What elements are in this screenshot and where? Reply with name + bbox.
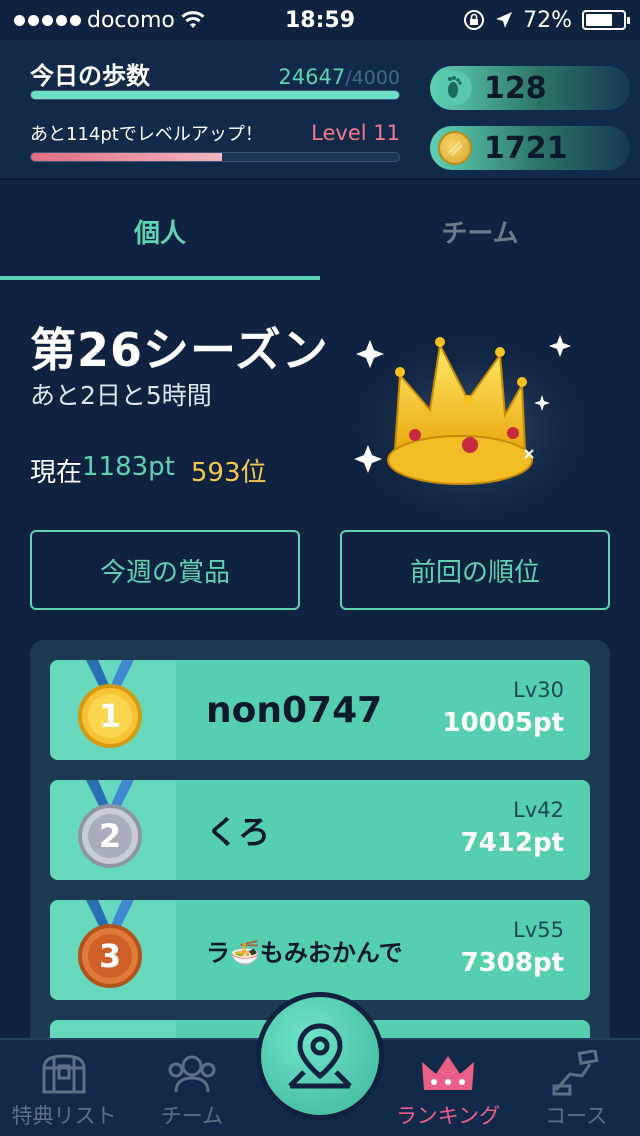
map-pin-icon	[288, 1023, 352, 1089]
carrier-label: docomo	[87, 7, 175, 33]
level-row: あと114ptでレベルアップ！ Level 11	[30, 120, 400, 146]
player-points: 7308pt	[460, 948, 564, 978]
bronze-medal-icon: 3	[78, 900, 142, 988]
prizes-button[interactable]: 今週の賞品	[30, 530, 300, 610]
steps-count: 24647	[278, 65, 346, 89]
player-name: ラ🍜もみおかんで	[206, 938, 403, 967]
coins-counter[interactable]: 1721	[430, 126, 630, 170]
course-icon	[552, 1050, 599, 1096]
player-name: non0747	[206, 689, 383, 731]
footsteps-counter[interactable]: 128	[430, 66, 630, 110]
ranking-row[interactable]: 1 non0747 Lv30 10005pt	[50, 660, 590, 760]
current-label: 現在	[30, 458, 83, 488]
level-up-text: あと114ptでレベルアップ！	[30, 124, 263, 145]
steps-row: 今日の歩数 24647/4000	[30, 56, 400, 91]
crown-icon	[422, 1056, 474, 1090]
location-arrow-icon	[496, 12, 513, 28]
status-left: docomo	[14, 8, 205, 33]
player-level: Lv42	[513, 798, 564, 822]
coins-count: 1721	[484, 130, 568, 166]
steps-title: 今日の歩数	[30, 62, 150, 90]
season-remaining: あと2日と5時間	[30, 381, 212, 410]
signal-icon	[14, 14, 81, 26]
steps-progress-bar	[30, 90, 400, 100]
medal-number: 3	[99, 937, 121, 975]
level-progress-bar	[30, 152, 400, 162]
silver-medal-icon: 2	[78, 780, 142, 868]
steps-value: 24647/4000	[278, 65, 400, 89]
map-button[interactable]	[256, 992, 384, 1120]
previous-rank-button[interactable]: 前回の順位	[340, 530, 610, 610]
wifi-icon	[181, 11, 205, 28]
ranking-row[interactable]: 2 くろ Lv42 7412pt	[50, 780, 590, 880]
tab-team[interactable]: チーム	[320, 182, 640, 280]
treasure-chest-icon	[42, 1054, 86, 1094]
status-bar: docomo 18:59 72%	[0, 0, 640, 40]
rotation-lock-icon	[464, 10, 485, 30]
battery-icon	[582, 10, 630, 30]
battery-percent: 72%	[523, 7, 572, 33]
nav-label: コース	[545, 1104, 607, 1128]
team-icon	[168, 1055, 216, 1093]
medal-box: 3	[50, 900, 176, 1000]
nav-benefits[interactable]: 特典リスト	[0, 1040, 128, 1136]
medal-box: 1	[50, 660, 176, 760]
crown-illustration	[290, 300, 595, 520]
current-points: 1183pt	[82, 452, 175, 482]
medal-box: 2	[50, 780, 176, 880]
player-points: 7412pt	[460, 828, 564, 858]
player-level: Lv30	[513, 678, 564, 702]
status-right: 72%	[463, 7, 630, 33]
tab-individual[interactable]: 個人	[0, 182, 320, 280]
gold-medal-icon: 1	[78, 660, 142, 748]
player-points: 10005pt	[442, 708, 565, 738]
nav-ranking[interactable]: ランキング	[384, 1040, 512, 1136]
stats-header: 今日の歩数 24647/4000 あと114ptでレベルアップ！ Level 1…	[0, 40, 640, 180]
season-title: 第26シーズン	[30, 323, 329, 377]
footsteps-count: 128	[484, 70, 547, 106]
crown-icon	[290, 320, 595, 520]
medal-number: 2	[99, 817, 121, 855]
steps-goal: /4000	[345, 67, 400, 89]
ranking-row[interactable]: 3 ラ🍜もみおかんで Lv55 7308pt	[50, 900, 590, 1000]
footprint-icon	[438, 71, 472, 105]
nav-label: ランキング	[395, 1104, 501, 1128]
current-rank: 593位	[190, 458, 267, 488]
nav-team[interactable]: チーム	[128, 1040, 256, 1136]
player-level: Lv55	[513, 918, 564, 942]
coin-icon	[438, 131, 472, 165]
nav-label: チーム	[160, 1104, 224, 1128]
ranking-tabs: 個人 チーム	[0, 182, 640, 280]
nav-course[interactable]: コース	[512, 1040, 640, 1136]
medal-number: 1	[99, 697, 121, 735]
player-name: くろ	[206, 813, 271, 851]
current-status: 現在 1183pt 593位	[30, 452, 267, 489]
level-label: Level 11	[311, 121, 400, 145]
nav-label: 特典リスト	[11, 1104, 117, 1128]
